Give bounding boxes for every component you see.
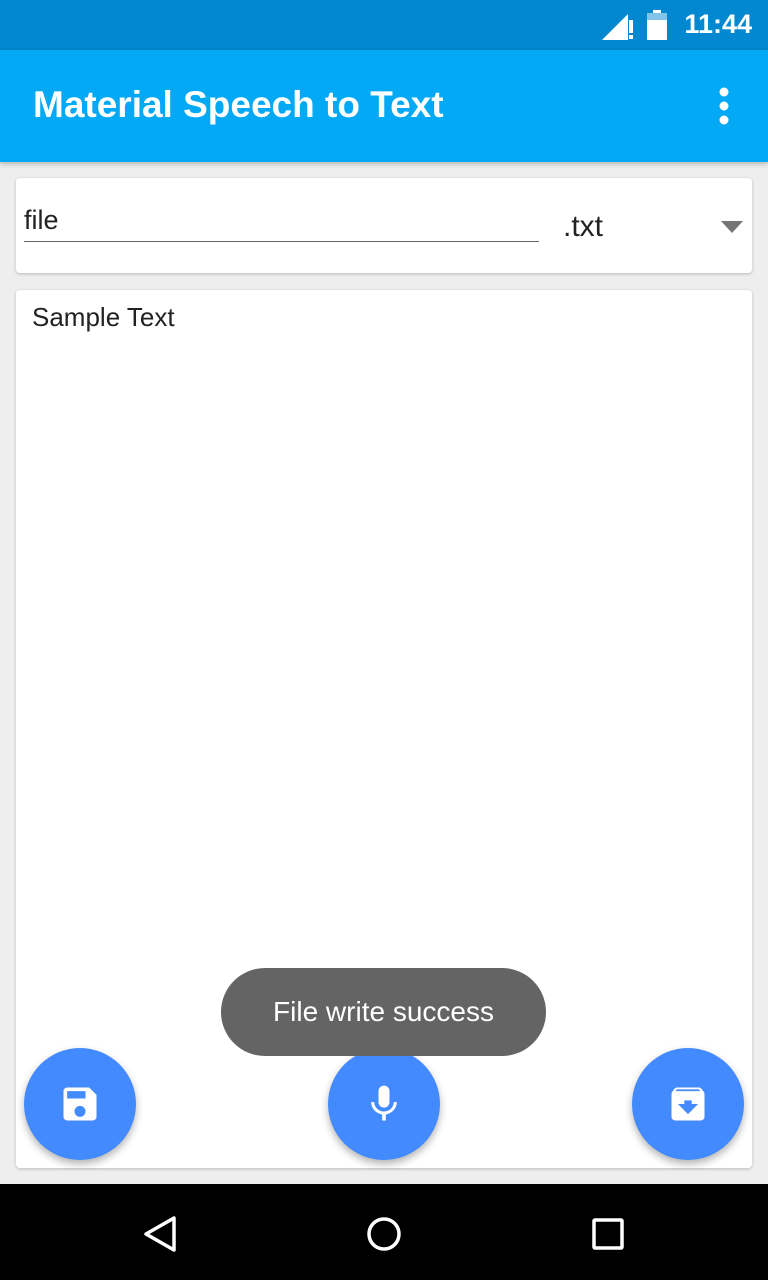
app-bar: Material Speech to Text <box>0 50 768 162</box>
app-title: Material Speech to Text <box>33 84 444 125</box>
recents-icon[interactable] <box>586 1212 630 1256</box>
editor-text[interactable]: Sample Text <box>32 302 175 333</box>
screen: 11:44 Material Speech to Text .txt Sampl… <box>0 0 768 1280</box>
save-button[interactable] <box>24 1048 136 1160</box>
status-time: 11:44 <box>684 9 752 39</box>
more-vert-icon[interactable] <box>708 86 740 126</box>
arrow-drop-down-icon <box>721 221 743 233</box>
archive-icon <box>671 1087 705 1121</box>
home-icon[interactable] <box>362 1212 406 1256</box>
mic-icon <box>371 1085 397 1121</box>
save-icon <box>63 1087 97 1121</box>
extension-dropdown[interactable]: .txt <box>561 198 751 258</box>
filename-input[interactable] <box>24 200 539 242</box>
back-icon[interactable] <box>138 1212 182 1256</box>
status-bar: 11:44 <box>0 0 768 50</box>
filename-card: .txt <box>16 178 752 273</box>
extension-value: .txt <box>563 210 604 243</box>
mic-button[interactable] <box>328 1048 440 1160</box>
signal-icon <box>602 14 633 40</box>
archive-button[interactable] <box>632 1048 744 1160</box>
battery-icon <box>647 10 667 40</box>
toast-message: File write success <box>221 968 546 1056</box>
navigation-bar <box>0 1184 768 1280</box>
